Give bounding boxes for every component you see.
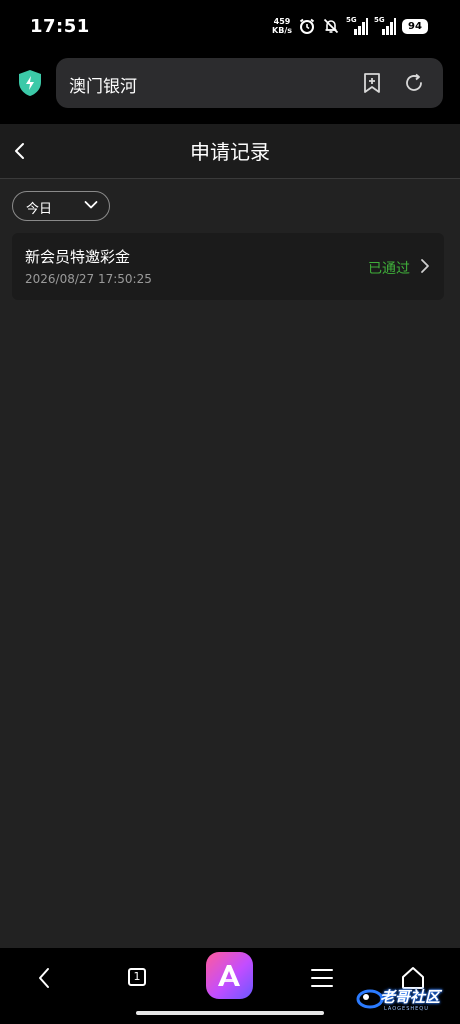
network-speed-unit: KB/s xyxy=(272,26,292,35)
date-filter-value: 今日 xyxy=(26,202,53,217)
record-status: 已通过 xyxy=(368,261,410,277)
app-logo-icon xyxy=(218,965,240,986)
network-speed: 459 KB/s xyxy=(272,17,292,35)
alarm-icon xyxy=(299,18,315,34)
status-time: 17:51 xyxy=(30,16,90,37)
app-logo-button[interactable] xyxy=(206,952,253,999)
watermark-subtext: LAOGESHEQU xyxy=(384,1006,429,1012)
battery-icon: 94 xyxy=(402,18,428,34)
security-shield-icon[interactable] xyxy=(17,69,43,97)
nav-back-icon[interactable] xyxy=(31,964,59,992)
signal-1: 5G xyxy=(346,16,368,35)
mute-icon xyxy=(323,18,339,34)
screen: 17:51 459 KB/s 5G 5G 94 澳门银河 申请记录 今日 新会员… xyxy=(0,0,460,1024)
address-bar[interactable]: 澳门银河 xyxy=(56,58,443,108)
signal-2: 5G xyxy=(374,16,396,35)
record-item[interactable]: 新会员特邀彩金 2026/08/27 17:50:25 已通过 xyxy=(12,233,444,300)
network-speed-value: 459 xyxy=(273,17,291,26)
page-title: 申请记录 xyxy=(190,140,270,164)
record-title: 新会员特邀彩金 xyxy=(25,248,131,266)
watermark-text: 老哥社区 xyxy=(380,988,441,1006)
status-icons: 459 KB/s 5G 5G 94 xyxy=(272,14,428,38)
page-header: 申请记录 xyxy=(0,124,460,179)
signal-1-label: 5G xyxy=(346,16,357,24)
browser-toolbar: 澳门银河 xyxy=(0,52,460,124)
date-filter-dropdown[interactable]: 今日 xyxy=(12,191,110,221)
chevron-down-icon xyxy=(84,201,98,209)
reload-icon[interactable] xyxy=(403,72,425,94)
signal-2-label: 5G xyxy=(374,16,385,24)
tab-count-icon: 1 xyxy=(128,968,146,986)
home-indicator[interactable] xyxy=(136,1011,324,1015)
address-text: 澳门银河 xyxy=(69,77,137,97)
menu-icon[interactable] xyxy=(308,964,336,992)
watermark: 老哥社区 LAOGESHEQU xyxy=(356,982,456,1018)
record-time: 2026/08/27 17:50:25 xyxy=(25,272,152,286)
status-bar: 17:51 459 KB/s 5G 5G 94 xyxy=(0,0,460,52)
add-bookmark-icon[interactable] xyxy=(361,72,383,94)
nav-tabs-button[interactable]: 1 xyxy=(124,964,152,992)
chevron-right-icon xyxy=(421,259,429,273)
bottom-navigation: 1 老哥社区 LAOGESHEQU xyxy=(0,948,460,1024)
page-content: 申请记录 今日 新会员特邀彩金 2026/08/27 17:50:25 已通过 xyxy=(0,124,460,948)
